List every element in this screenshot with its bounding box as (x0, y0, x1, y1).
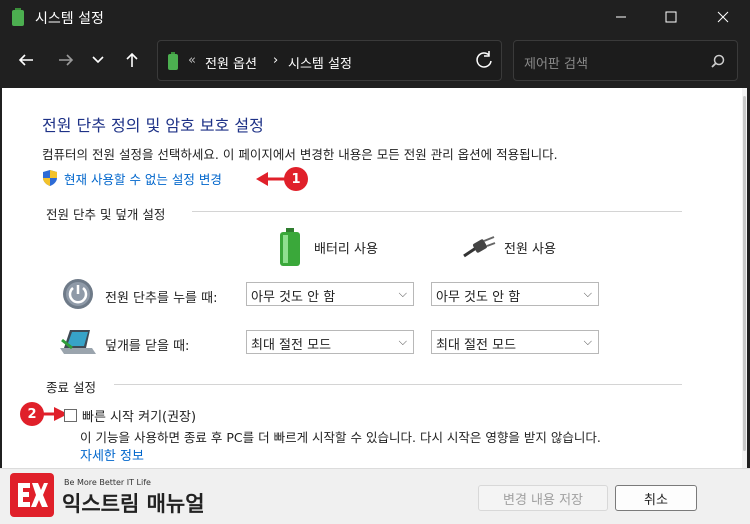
fast-startup-label: 빠른 시작 켜기(권장) (82, 410, 197, 425)
section-divider (192, 211, 682, 212)
search-placeholder: 제어판 검색 (524, 57, 588, 72)
up-arrow-icon (126, 52, 138, 67)
chevron-down-icon (92, 56, 104, 64)
title-bar: 시스템 설정 (0, 0, 750, 34)
brand-name: 익스트림 매뉴얼 (62, 492, 205, 516)
power-button-row-label: 전원 단추를 누를 때: (105, 291, 218, 306)
uac-shield-icon (43, 170, 57, 186)
callout-badge-2: 2 (20, 402, 44, 426)
brand-mark-icon (18, 483, 48, 507)
power-button-icon (63, 279, 93, 309)
save-changes-button[interactable]: 변경 내용 저장 (478, 485, 608, 511)
scrollbar[interactable] (742, 88, 747, 468)
back-arrow-icon (18, 54, 33, 66)
search-field[interactable]: 제어판 검색 (513, 40, 738, 81)
recent-locations-button[interactable] (84, 46, 112, 74)
breadcrumb-power-options[interactable]: 전원 옵션 (205, 53, 257, 72)
page-title: 전원 단추 정의 및 암호 보호 설정 (42, 116, 264, 135)
search-icon[interactable] (711, 54, 725, 68)
window-title: 시스템 설정 (35, 11, 104, 27)
minimize-button[interactable] (596, 0, 646, 34)
more-info-link[interactable]: 자세한 정보 (80, 445, 144, 464)
battery-icon (168, 52, 178, 70)
scrollbar-thumb[interactable] (743, 96, 746, 451)
lid-close-battery-select[interactable]: 최대 절전 모드 ⌵ (246, 330, 414, 354)
cancel-button[interactable]: 취소 (615, 485, 697, 511)
refresh-icon[interactable] (472, 50, 496, 70)
fast-startup-checkbox[interactable] (64, 409, 77, 422)
power-button-battery-select[interactable]: 아무 것도 안 함 ⌵ (246, 282, 414, 306)
battery-icon (12, 8, 24, 26)
back-button[interactable] (12, 46, 40, 74)
power-plug-icon (463, 236, 496, 258)
section-title-shutdown: 종료 설정 (46, 380, 96, 395)
plugged-column-header: 전원 사용 (462, 236, 556, 258)
laptop-lid-icon (60, 330, 96, 354)
forward-button[interactable] (52, 46, 80, 74)
address-bar[interactable]: « 전원 옵션 › 시스템 설정 (157, 40, 502, 81)
breadcrumb-separator: › (273, 53, 279, 68)
power-button-battery-value: 아무 것도 안 함 (251, 290, 336, 305)
battery-column-label: 배터리 사용 (314, 241, 378, 257)
chevron-down-icon: ⌵ (583, 287, 592, 300)
brand-tagline: Be More Better IT Life (64, 478, 151, 487)
plugged-column-label: 전원 사용 (504, 241, 556, 257)
change-unavailable-settings-label: 현재 사용할 수 없는 설정 변경 (64, 171, 222, 187)
fast-startup-description: 이 기능을 사용하면 종료 후 PC를 더 빠르게 시작할 수 있습니다. 다시… (80, 430, 601, 445)
power-button-plugged-select[interactable]: 아무 것도 안 함 ⌵ (431, 282, 599, 306)
main-content: 전원 단추 정의 및 암호 보호 설정 컴퓨터의 전원 설정을 선택하세요. 이… (2, 88, 747, 468)
power-button-plugged-value: 아무 것도 안 함 (436, 290, 521, 305)
section-divider (114, 384, 682, 385)
chevron-down-icon: ⌵ (398, 335, 407, 348)
up-button[interactable] (118, 46, 146, 74)
forward-arrow-icon (59, 54, 74, 66)
close-button[interactable] (698, 0, 748, 34)
brand-logo (10, 473, 54, 517)
battery-icon (280, 228, 300, 266)
lid-close-battery-value: 최대 절전 모드 (251, 338, 332, 353)
lid-close-plugged-value: 최대 절전 모드 (436, 338, 517, 353)
section-title-power: 전원 단추 및 덮개 설정 (46, 207, 166, 222)
chevron-down-icon: ⌵ (398, 287, 407, 300)
page-description: 컴퓨터의 전원 설정을 선택하세요. 이 페이지에서 변경한 내용은 모든 전원… (42, 147, 558, 162)
footer-bar: Be More Better IT Life 익스트림 매뉴얼 변경 내용 저장… (0, 468, 750, 524)
callout-badge-1: 1 (284, 167, 308, 191)
lid-close-plugged-select[interactable]: 최대 절전 모드 ⌵ (431, 330, 599, 354)
lid-close-row-label: 덮개를 닫을 때: (105, 339, 190, 354)
chevron-down-icon: ⌵ (583, 335, 592, 348)
breadcrumb-separator: « (188, 53, 196, 68)
battery-column-header: 배터리 사용 (280, 228, 378, 266)
change-unavailable-settings-link[interactable]: 현재 사용할 수 없는 설정 변경 (42, 168, 222, 188)
maximize-button[interactable] (646, 0, 696, 34)
breadcrumb-system-settings[interactable]: 시스템 설정 (288, 53, 352, 72)
